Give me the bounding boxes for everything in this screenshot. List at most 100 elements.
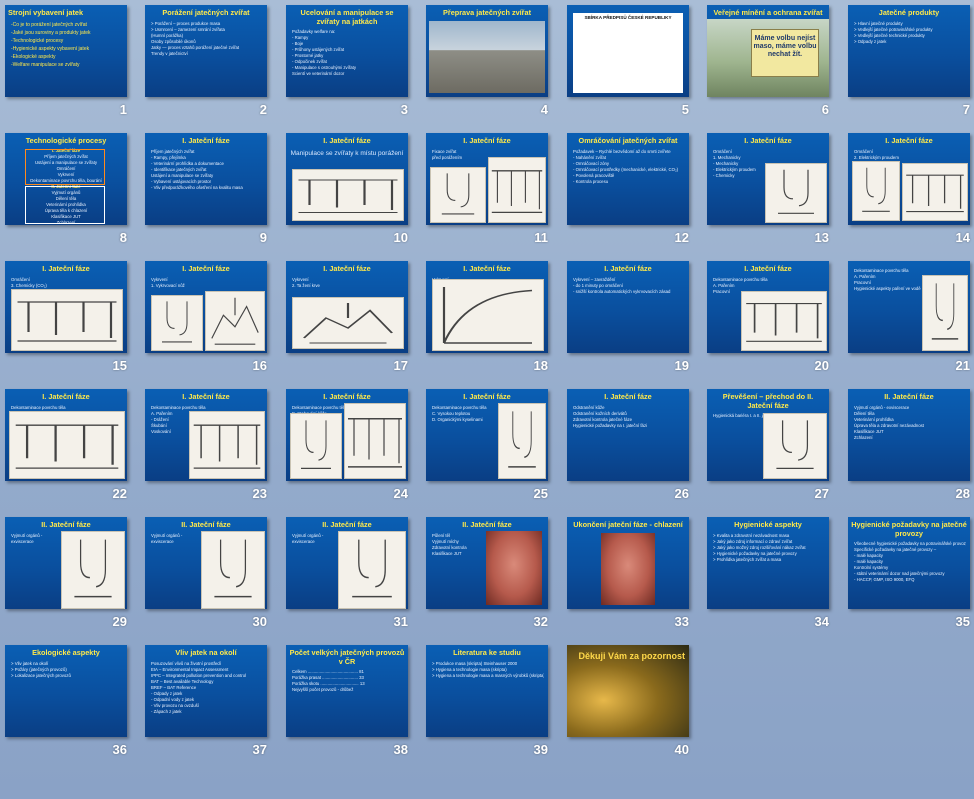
slide-thumbnail-10[interactable]: I. Jateční fáze Manipulace se zvířaty k m… (286, 133, 408, 225)
slide-cell-10[interactable]: I. Jateční fáze Manipulace se zvířaty k m… (283, 130, 422, 257)
slide-thumbnail-37[interactable]: Vliv jatek na okolí Posuzování vlivů na ž… (145, 645, 267, 737)
illustration-image (151, 295, 203, 351)
slide-cell-35[interactable]: Hygienické požadavky na jatečné provozy V… (845, 514, 974, 641)
slide-body: Omráčení 3. Chemicky (CO₂) (5, 274, 127, 289)
slide-thumbnail-12[interactable]: Omráčování jatečných zvířat Požadavek – R… (567, 133, 689, 225)
slide-cell-12[interactable]: Omráčování jatečných zvířat Požadavek – R… (564, 130, 703, 257)
slide-number: 11 (534, 230, 548, 245)
slide-thumbnail-22[interactable]: I. Jateční fáze Dekontaminace povrchu těl… (5, 389, 127, 481)
slide-cell-33[interactable]: Ukončení jateční fáze - chlazení 33 (564, 514, 703, 641)
slide-thumbnail-19[interactable]: I. Jateční fáze Vykrvení – zavraždění - do… (567, 261, 689, 353)
slide-thumbnail-36[interactable]: Ekologické aspekty > Vliv jatek na okolí >… (5, 645, 127, 737)
slide-number: 29 (112, 614, 127, 629)
slide-cell-14[interactable]: I. Jateční fáze Omráčení 2. Elektrickým pr… (845, 130, 974, 257)
slide-thumbnail-27[interactable]: Převěšení – přechod do II. Jateční fáze H… (707, 389, 829, 481)
slide-cell-21[interactable]: Dekontaminace povrchu těla A. Pařením Prac… (845, 258, 974, 385)
slide-cell-8[interactable]: Technologické procesy I. Jateční fáze Příj… (2, 130, 141, 257)
slide-cell-26[interactable]: I. Jateční fáze Odstranění kůže Odstranění… (564, 386, 703, 513)
slide-cell-7[interactable]: Jatečné produkty > Hlavní jatečné produkt… (845, 2, 974, 129)
slide-cell-28[interactable]: II. Jateční fáze Vyjmutí orgánů - exvisce… (845, 386, 974, 513)
slide-body-line: > Lokalizace jatečných provozů (11, 672, 71, 678)
slide-cell-16[interactable]: I. Jateční fáze Vykrvení 1. Vykrvovací nůž… (142, 258, 281, 385)
slide-cell-4[interactable]: Přeprava jatečných zvířatPožadavky welfa… (423, 2, 562, 129)
slide-body-line: 3. Chemicky (CO₂) (11, 282, 47, 288)
slide-cell-32[interactable]: II. Jateční fáze Půlení těl Vyjmutí míchy Z… (423, 514, 562, 641)
slide-thumbnail-1[interactable]: Strojní vybavení jatek -Co je to porážení… (5, 5, 127, 97)
slide-thumbnail-15[interactable]: I. Jateční fáze Omráčení 3. Chemicky (CO₂) (5, 261, 127, 353)
slide-cell-29[interactable]: II. Jateční fáze Vyjmutí orgánů - exviscer… (2, 514, 141, 641)
slide-body-line: - HACCP, GMP, ISO 9000, EFQ (854, 577, 915, 582)
slide-title: Ekologické aspekty (32, 648, 100, 657)
slide-cell-22[interactable]: I. Jateční fáze Dekontaminace povrchu těl… (2, 386, 141, 513)
slide-thumbnail-25[interactable]: I. Jateční fáze Dekontaminace povrchu těl… (426, 389, 548, 481)
slide-cell-25[interactable]: I. Jateční fáze Dekontaminace povrchu těl… (423, 386, 562, 513)
slide-cell-30[interactable]: II. Jateční fáze Vyjmutí orgánů - exviscer… (142, 514, 281, 641)
slide-cell-40[interactable]: Děkuji Vám za pozornost 40 (564, 642, 703, 769)
slide-thumbnail-3[interactable]: Ucelování a manipulace se zvířaty na jat… (286, 5, 408, 97)
slide-thumbnail-16[interactable]: I. Jateční fáze Vykrvení 1. Vykrvovací nůž (145, 261, 267, 353)
slide-body-line: Trendy v jatečnictví (151, 50, 188, 56)
slide-cell-3[interactable]: Ucelování a manipulace se zvířaty na jat… (283, 2, 422, 129)
slide-cell-36[interactable]: Ekologické aspekty > Vliv jatek na okolí >… (2, 642, 141, 769)
slide-title: I. Jateční fáze (323, 392, 371, 401)
illustration-image (292, 297, 404, 349)
slide-cell-1[interactable]: Strojní vybavení jatek -Co je to porážení… (2, 2, 141, 129)
slide-cell-37[interactable]: Vliv jatek na okolí Posuzování vlivů na ž… (142, 642, 281, 769)
slide-thumbnail-30[interactable]: II. Jateční fáze Vyjmutí orgánů - exviscer… (145, 517, 267, 609)
slide-cell-31[interactable]: II. Jateční fáze Vyjmutí orgánů - exviscer… (283, 514, 422, 641)
slide-thumbnail-4[interactable]: Přeprava jatečných zvířatPožadavky welfa… (426, 5, 548, 97)
slide-thumbnail-32[interactable]: II. Jateční fáze Půlení těl Vyjmutí míchy Z… (426, 517, 548, 609)
illustration-image (430, 167, 486, 223)
slide-cell-18[interactable]: I. Jateční fázeVykrvení2. Tažení krve 18 (423, 258, 562, 385)
slide-thumbnail-13[interactable]: I. Jateční fáze Omráčení 1. Mechanicky - Me… (707, 133, 829, 225)
slide-cell-6[interactable]: Veřejné mínění a ochrana zvířat Máme volb… (704, 2, 843, 129)
slide-thumbnail-6[interactable]: Veřejné mínění a ochrana zvířat Máme volb… (707, 5, 829, 97)
slide-thumbnail-29[interactable]: II. Jateční fáze Vyjmutí orgánů - exviscer… (5, 517, 127, 609)
slide-thumbnail-23[interactable]: I. Jateční fáze Dekontaminace povrchu těl… (145, 389, 267, 481)
slide-thumbnail-39[interactable]: Literatura ke studiu > Produkce masa (skr… (426, 645, 548, 737)
slide-cell-20[interactable]: I. Jateční fáze Dekontaminace povrchu těl… (704, 258, 843, 385)
slide-thumbnail-40[interactable]: Děkuji Vám za pozornost (567, 645, 689, 737)
slide-cell-17[interactable]: I. Jateční fáze Vykrvení 2. Ta žení krve 17 (283, 258, 422, 385)
slide-cell-2[interactable]: Porážení jatečných zvířat > Porážení – pr… (142, 2, 281, 129)
slide-thumbnail-33[interactable]: Ukončení jateční fáze - chlazení (567, 517, 689, 609)
slide-thumbnail-24[interactable]: I. Jateční fáze Dekontaminace povrchu těl… (286, 389, 408, 481)
slide-thumbnail-20[interactable]: I. Jateční fáze Dekontaminace povrchu těl… (707, 261, 829, 353)
slide-thumbnail-18[interactable]: I. Jateční fázeVykrvení2. Tažení krve (426, 261, 548, 353)
slide-thumbnail-26[interactable]: I. Jateční fáze Odstranění kůže Odstranění… (567, 389, 689, 481)
slide-title: I. Jateční fáze (463, 264, 511, 273)
slide-cell-34[interactable]: Hygienické aspekty > Kvalita a zdravotní … (704, 514, 843, 641)
slide-thumbnail-2[interactable]: Porážení jatečných zvířat > Porážení – pr… (145, 5, 267, 97)
slide-cell-38[interactable]: Počet velkých jatečných provozů v ČR Celk… (283, 642, 422, 769)
slide-thumbnail-8[interactable]: Technologické procesy I. Jateční fáze Příj… (5, 133, 127, 225)
slide-thumbnail-35[interactable]: Hygienické požadavky na jatečné provozy V… (848, 517, 970, 609)
slide-cell-15[interactable]: I. Jateční fáze Omráčení 3. Chemicky (CO₂)… (2, 258, 141, 385)
slide-body-line: -Co je to porážení jatečných zvířat (11, 21, 87, 28)
slide-cell-13[interactable]: I. Jateční fáze Omráčení 1. Mechanicky - Me… (704, 130, 843, 257)
slide-cell-19[interactable]: I. Jateční fáze Vykrvení – zavraždění - do… (564, 258, 703, 385)
slide-thumbnail-5[interactable]: SBÍRKA PŘEDPISŮ ČESKÉ REPUBLIKY (567, 5, 689, 97)
slide-cell-27[interactable]: Převěšení – přechod do II. Jateční fáze H… (704, 386, 843, 513)
slide-thumbnail-34[interactable]: Hygienické aspekty > Kvalita a zdravotní … (707, 517, 829, 609)
slide-cell-5[interactable]: SBÍRKA PŘEDPISŮ ČESKÉ REPUBLIKY 5 (564, 2, 703, 129)
slide-number: 35 (955, 614, 970, 629)
slide-thumbnail-11[interactable]: I. Jateční fáze Fixace zvířat před porážen… (426, 133, 548, 225)
slide-thumbnail-31[interactable]: II. Jateční fáze Vyjmutí orgánů - exviscer… (286, 517, 408, 609)
slide-cell-11[interactable]: I. Jateční fáze Fixace zvířat před porážen… (423, 130, 562, 257)
slide-number: 7 (962, 102, 970, 117)
slide-thumbnail-21[interactable]: Dekontaminace povrchu těla A. Pařením Prac… (848, 261, 970, 353)
illustration-image (765, 163, 827, 223)
slide-title: I. Jateční fáze (885, 136, 933, 145)
slide-thumbnail-14[interactable]: I. Jateční fáze Omráčení 2. Elektrickým pr… (848, 133, 970, 225)
slide-body (286, 157, 408, 160)
slide-thumbnail-7[interactable]: Jatečné produkty > Hlavní jatečné produkt… (848, 5, 970, 97)
slide-cell-24[interactable]: I. Jateční fáze Dekontaminace povrchu těl… (283, 386, 422, 513)
slide-cell-39[interactable]: Literatura ke studiu > Produkce masa (skr… (423, 642, 562, 769)
slide-thumbnail-9[interactable]: I. Jateční fáze Příjem jatečných zvířat - … (145, 133, 267, 225)
slide-thumbnail-28[interactable]: II. Jateční fáze Vyjmutí orgánů - exvisce… (848, 389, 970, 481)
slide-body: Vykrvení 1. Vykrvovací nůž (145, 274, 267, 289)
slide-cell-9[interactable]: I. Jateční fáze Příjem jatečných zvířat - … (142, 130, 281, 257)
slide-thumbnail-38[interactable]: Počet velkých jatečných provozů v ČR Celk… (286, 645, 408, 737)
slide-thumbnail-17[interactable]: I. Jateční fáze Vykrvení 2. Ta žení krve (286, 261, 408, 353)
slide-cell-23[interactable]: I. Jateční fáze Dekontaminace povrchu těl… (142, 386, 281, 513)
